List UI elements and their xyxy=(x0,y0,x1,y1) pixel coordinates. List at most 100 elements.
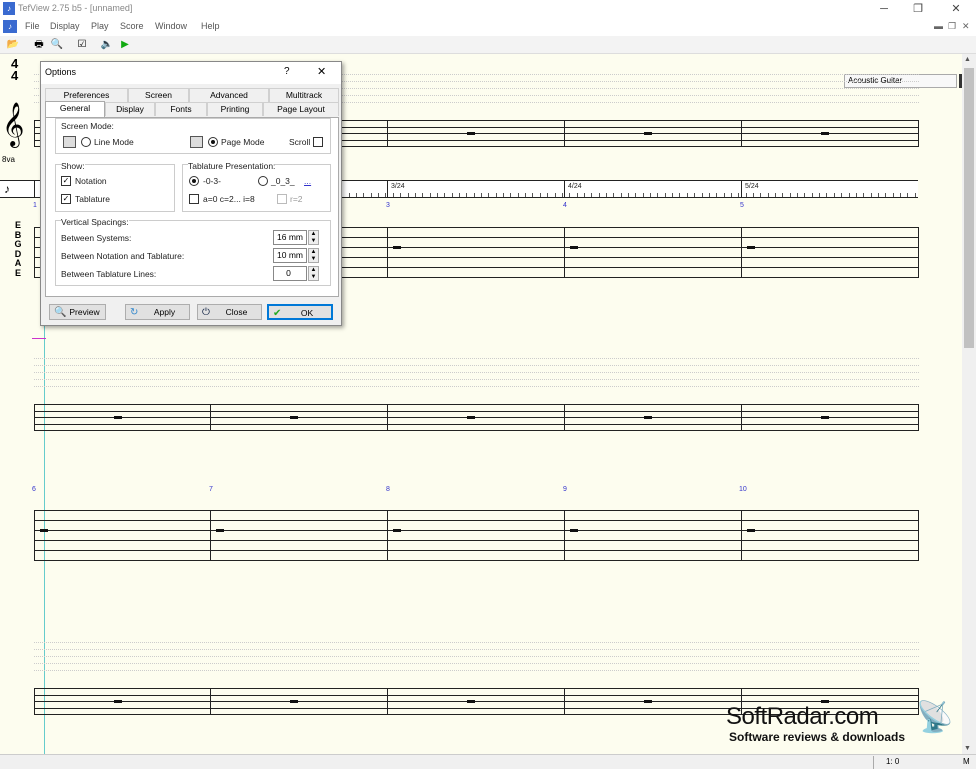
between-tl-input[interactable]: 0 xyxy=(273,266,307,281)
menu-display[interactable]: Display xyxy=(50,21,80,31)
ruler-tick xyxy=(547,193,549,197)
whole-rest[interactable] xyxy=(821,416,829,419)
ruler-measure-tick xyxy=(564,180,565,197)
close-button[interactable]: ⏻ Close xyxy=(197,304,262,320)
apply-button[interactable]: ↻ Apply xyxy=(125,304,190,320)
between-systems-spinner[interactable]: ▲ ▼ xyxy=(308,230,319,245)
whole-rest[interactable] xyxy=(747,246,755,249)
checkbox-tool-icon[interactable]: ☑ xyxy=(74,37,90,52)
whole-rest[interactable] xyxy=(467,132,475,135)
whole-rest[interactable] xyxy=(644,700,652,703)
ruler-tick xyxy=(848,193,850,197)
menu-window[interactable]: Window xyxy=(155,21,187,31)
measure-number: 4 xyxy=(563,202,567,209)
whole-rest[interactable] xyxy=(290,416,298,419)
print-icon[interactable]: 🖶 xyxy=(31,37,47,52)
tab-display[interactable]: Display xyxy=(105,102,155,116)
ruler-tick xyxy=(797,193,799,197)
whole-rest[interactable] xyxy=(40,529,48,532)
dialog-close-button[interactable]: ✕ xyxy=(317,65,326,78)
r2-label: r=2 xyxy=(290,194,303,204)
whole-rest[interactable] xyxy=(570,246,578,249)
whole-rest[interactable] xyxy=(570,529,578,532)
whole-rest[interactable] xyxy=(114,416,122,419)
tab-general[interactable]: General xyxy=(45,101,105,117)
pres-dash-radio[interactable] xyxy=(189,176,199,186)
whole-rest[interactable] xyxy=(216,529,224,532)
between-nt-label: Between Notation and Tablature: xyxy=(61,251,185,261)
measure-number: 5 xyxy=(740,202,744,209)
fingering-checkbox[interactable] xyxy=(189,194,199,204)
tab-multitrack[interactable]: Multitrack xyxy=(269,88,339,102)
notation-checkbox[interactable]: ✓ xyxy=(61,176,71,186)
status-mode: M xyxy=(963,757,970,766)
ruler-tick xyxy=(356,193,358,197)
play-icon[interactable]: ▶ xyxy=(117,37,133,52)
menu-score[interactable]: Score xyxy=(120,21,144,31)
ruler-tick xyxy=(782,193,784,197)
scroll-thumb[interactable] xyxy=(964,68,974,348)
pres-underscore-radio[interactable] xyxy=(258,176,268,186)
ruler-tick xyxy=(826,193,828,197)
ruler-tick xyxy=(635,193,637,197)
print-preview-icon[interactable]: 🔍 xyxy=(49,37,65,52)
ruler-tick xyxy=(510,193,512,197)
between-systems-input[interactable]: 16 mm xyxy=(273,230,307,245)
between-tl-spinner[interactable]: ▲ ▼ xyxy=(308,266,319,281)
staff[interactable] xyxy=(34,510,919,561)
whole-rest[interactable] xyxy=(467,700,475,703)
bar-line xyxy=(210,510,211,561)
ruler-label: 4/24 xyxy=(568,183,582,190)
notation-label: Notation xyxy=(75,176,107,186)
tab-screen[interactable]: Screen xyxy=(128,88,189,102)
scroll-down-icon[interactable]: ▼ xyxy=(964,745,971,752)
between-nt-input[interactable]: 10 mm xyxy=(273,248,307,263)
show-label: Show: xyxy=(61,161,85,171)
whole-rest[interactable] xyxy=(644,416,652,419)
close-icon[interactable]: ✕ xyxy=(936,0,976,18)
speaker-icon[interactable]: 🔈 xyxy=(99,37,115,52)
page-mode-radio[interactable] xyxy=(208,137,218,147)
maximize-icon[interactable]: ❐ xyxy=(898,0,938,18)
bar-line xyxy=(918,510,919,561)
ledger-guide xyxy=(34,663,919,664)
tab-preferences[interactable]: Preferences xyxy=(45,88,128,102)
note-duration-icon[interactable]: ♪ xyxy=(4,182,10,196)
ruler-tick xyxy=(650,193,652,197)
tab-printing[interactable]: Printing xyxy=(207,102,263,116)
menu-file[interactable]: File xyxy=(25,21,40,31)
menu-play[interactable]: Play xyxy=(91,21,109,31)
ruler-tick xyxy=(554,193,556,197)
ok-button[interactable]: ✔ OK xyxy=(267,304,333,320)
between-nt-spinner[interactable]: ▲ ▼ xyxy=(308,248,319,263)
whole-rest[interactable] xyxy=(747,529,755,532)
ruler-tick xyxy=(907,193,909,197)
tab-fonts[interactable]: Fonts xyxy=(155,102,207,116)
line-mode-radio[interactable] xyxy=(81,137,91,147)
mdi-minimize-icon[interactable]: ▬ xyxy=(934,21,943,31)
whole-rest[interactable] xyxy=(821,132,829,135)
tab-page-layout[interactable]: Page Layout xyxy=(263,102,339,116)
whole-rest[interactable] xyxy=(393,529,401,532)
scroll-checkbox[interactable] xyxy=(313,137,323,147)
staff-line xyxy=(34,540,919,541)
pres-more-link[interactable]: ... xyxy=(304,176,311,186)
fingering-label: a=0 c=2... i=8 xyxy=(203,194,255,204)
whole-rest[interactable] xyxy=(467,416,475,419)
pres-dash-label: -0-3- xyxy=(203,176,221,186)
mdi-restore-icon[interactable]: ❐ xyxy=(948,21,956,32)
tab-advanced[interactable]: Advanced xyxy=(189,88,269,102)
whole-rest[interactable] xyxy=(290,700,298,703)
dialog-help-button[interactable]: ? xyxy=(284,66,290,77)
scroll-up-icon[interactable]: ▲ xyxy=(964,56,971,63)
preview-button[interactable]: 🔍 Preview xyxy=(49,304,106,320)
staff[interactable] xyxy=(34,404,919,431)
whole-rest[interactable] xyxy=(644,132,652,135)
whole-rest[interactable] xyxy=(393,246,401,249)
r2-checkbox[interactable] xyxy=(277,194,287,204)
whole-rest[interactable] xyxy=(114,700,122,703)
open-folder-icon[interactable]: 📂 xyxy=(5,37,21,52)
mdi-close-icon[interactable]: ✕ xyxy=(962,21,970,32)
tablature-checkbox[interactable]: ✓ xyxy=(61,194,71,204)
menu-help[interactable]: Help xyxy=(201,21,220,31)
